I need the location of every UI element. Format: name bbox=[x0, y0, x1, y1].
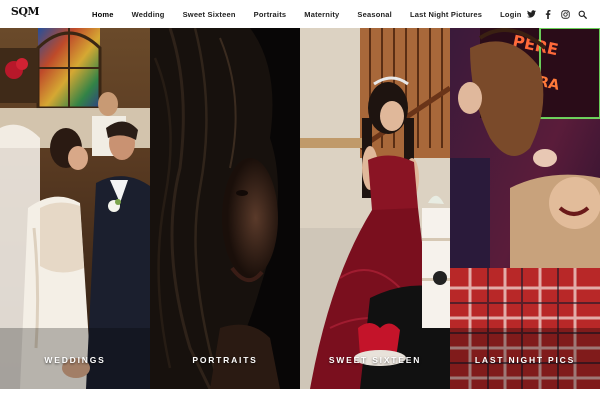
nav-item-home[interactable]: Home bbox=[92, 10, 114, 19]
search-icon[interactable] bbox=[574, 6, 590, 22]
weddings-photo bbox=[0, 28, 150, 389]
bottom-strip bbox=[0, 389, 600, 400]
panel-label-sweet-sixteen: SWEET SIXTEEN bbox=[328, 355, 422, 365]
nav-item-seasonal[interactable]: Seasonal bbox=[357, 10, 392, 19]
instagram-icon[interactable] bbox=[557, 6, 573, 22]
panel-weddings[interactable]: WEDDINGS bbox=[0, 28, 150, 389]
sweet-sixteen-photo bbox=[300, 28, 450, 389]
nav-item-portraits[interactable]: Portraits bbox=[254, 10, 287, 19]
panel-sweet-sixteen[interactable]: SWEET SIXTEEN bbox=[300, 28, 450, 389]
panel-label-last-night-pics: LAST NIGHT PICS bbox=[474, 355, 576, 365]
last-night-pics-photo: PERE -FARA bbox=[450, 28, 600, 389]
panel-label-weddings: WEDDINGS bbox=[44, 355, 106, 365]
nav-item-last-night-pictures[interactable]: Last Night Pictures bbox=[410, 10, 482, 19]
logo-mark: SQM bbox=[10, 5, 40, 18]
social-links bbox=[522, 0, 590, 28]
nav-item-login[interactable]: Login bbox=[500, 10, 521, 19]
twitter-icon[interactable] bbox=[523, 6, 539, 22]
site-header: SQM Home Wedding Sweet Sixteen Portraits… bbox=[0, 0, 600, 28]
panel-label-portraits: PORTRAITS bbox=[192, 355, 258, 365]
category-panels: WEDDINGS PORTRAITS SWEET SIXTEEN PERE LA… bbox=[0, 28, 600, 389]
main-nav: Home Wedding Sweet Sixteen Portraits Mat… bbox=[92, 0, 540, 28]
facebook-icon[interactable] bbox=[540, 6, 556, 22]
nav-item-wedding[interactable]: Wedding bbox=[132, 10, 165, 19]
panel-last-night-pics[interactable]: PERE -FARA bbox=[450, 28, 600, 389]
site-logo[interactable]: SQM bbox=[10, 5, 40, 22]
nav-item-sweet-sixteen[interactable]: Sweet Sixteen bbox=[183, 10, 236, 19]
portraits-photo bbox=[150, 28, 300, 389]
panel-portraits[interactable]: PORTRAITS bbox=[150, 28, 300, 389]
nav-item-maternity[interactable]: Maternity bbox=[304, 10, 339, 19]
